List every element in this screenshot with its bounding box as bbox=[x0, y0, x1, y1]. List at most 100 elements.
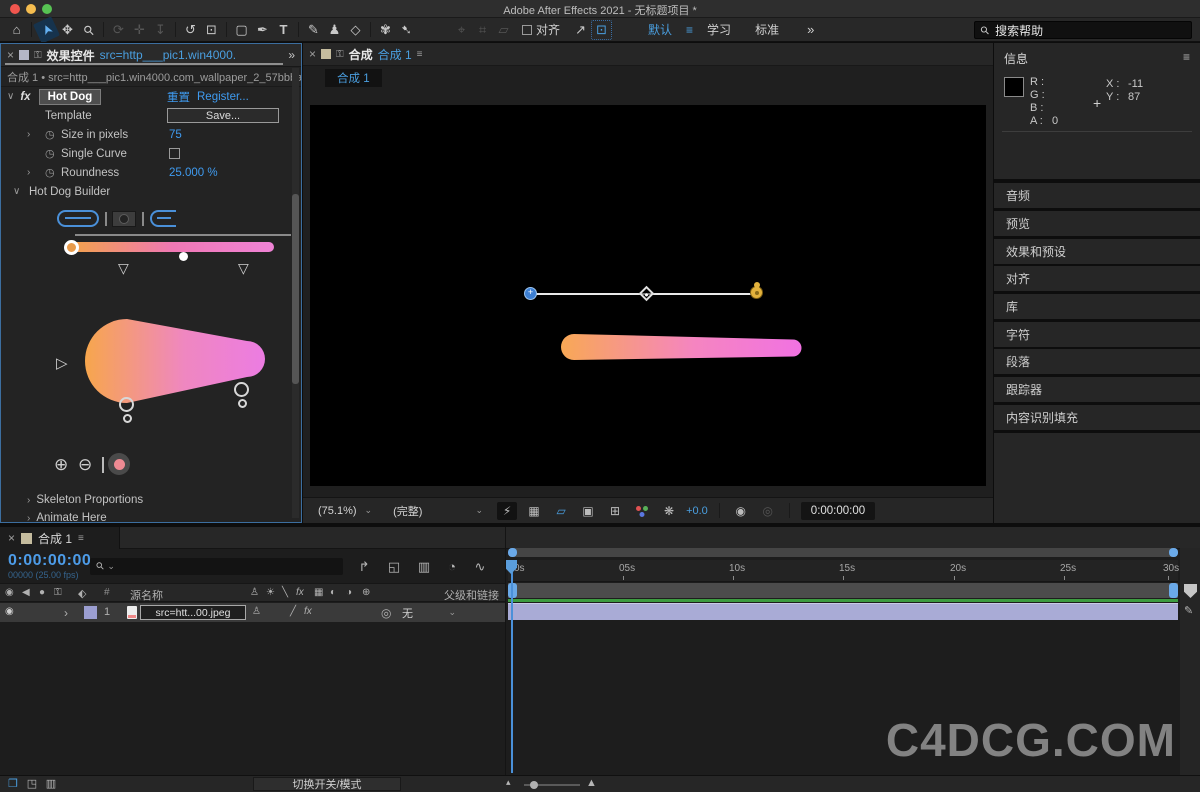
gradient-mid-handle[interactable] bbox=[179, 252, 188, 261]
mask-visibility-icon[interactable]: ▱ bbox=[551, 502, 571, 520]
composition-tab[interactable]: × ⚿ 合成 合成 1 ≡ bbox=[303, 43, 993, 66]
layer-quality-icon[interactable]: ╱ bbox=[290, 606, 296, 617]
parent-dropdown[interactable]: 无 ⌄ bbox=[398, 605, 460, 620]
dolly-camera-tool-icon[interactable]: ↧ bbox=[150, 20, 171, 40]
workspace-tab-default[interactable]: 默认 bbox=[638, 19, 682, 40]
expand-icon[interactable]: › bbox=[27, 129, 30, 140]
effect-name[interactable]: Hot Dog bbox=[39, 89, 102, 105]
panel-tab-paragraph[interactable]: 段落 bbox=[994, 349, 1200, 374]
capsule-open-end-icon[interactable] bbox=[150, 210, 176, 227]
workspace-tab-standard[interactable]: 标准 bbox=[745, 19, 789, 40]
effects-switch-icon[interactable]: fx bbox=[296, 587, 304, 598]
layer-source-name[interactable]: src=htt...00.jpeg bbox=[140, 605, 246, 620]
snap-arrow-icon[interactable]: ↗ bbox=[570, 20, 591, 40]
size-in-pixels-value[interactable]: 75 bbox=[169, 129, 182, 141]
source-name-column[interactable]: 源名称 bbox=[130, 587, 163, 603]
scrollbar-thumb[interactable] bbox=[292, 194, 299, 384]
panel-tab-character[interactable]: 字符 bbox=[994, 322, 1200, 347]
effect-controls-tab[interactable]: × ⚿ 效果控件 src=http___pic1.win4000.com_wa … bbox=[1, 44, 301, 67]
help-search-input[interactable]: ⚲ 搜索帮助 bbox=[974, 21, 1192, 39]
pen-tool-icon[interactable]: ✒ bbox=[252, 20, 273, 40]
time-navigator-bar[interactable] bbox=[508, 548, 1178, 557]
panel-menu-icon[interactable]: ≡ bbox=[1183, 50, 1190, 64]
animate-here-row[interactable]: › Animate Here bbox=[1, 509, 299, 527]
camera-tool-icon[interactable]: ⊡ bbox=[201, 20, 222, 40]
individual-property-icon[interactable]: ✎ bbox=[1184, 604, 1193, 617]
type-tool-icon[interactable]: T bbox=[273, 20, 294, 40]
panel-tab-audio[interactable]: 音频 bbox=[994, 183, 1200, 208]
skeleton-pin-handle[interactable] bbox=[238, 399, 247, 408]
layer-video-icon[interactable]: ◉ bbox=[5, 606, 14, 617]
quality-switch-icon[interactable]: ╲ bbox=[282, 587, 288, 598]
rectangle-tool-icon[interactable]: ▢ bbox=[231, 20, 252, 40]
transfer-controls-pane-toggle-icon[interactable]: ◳ bbox=[24, 777, 40, 790]
exposure-value[interactable]: +0.0 bbox=[686, 505, 708, 517]
single-curve-checkbox[interactable] bbox=[169, 148, 180, 159]
zoom-tool-icon[interactable]: ⚲ bbox=[74, 15, 103, 44]
twirl-icon[interactable]: › bbox=[64, 606, 68, 620]
expand-icon[interactable]: › bbox=[27, 495, 30, 506]
snapping-checkbox[interactable] bbox=[522, 25, 532, 35]
magnification-dropdown[interactable]: (75.1%) ⌄ bbox=[311, 502, 379, 520]
in-out-pane-toggle-icon[interactable]: ▥ bbox=[43, 777, 59, 790]
workspace-tab-learn[interactable]: 学习 bbox=[697, 19, 741, 40]
eraser-tool-icon[interactable]: ◇ bbox=[345, 20, 366, 40]
parent-link-column[interactable]: 父级和链接 bbox=[444, 587, 499, 603]
expand-icon[interactable]: › bbox=[27, 513, 30, 524]
motion-blur-switch-icon[interactable]: ◐ bbox=[330, 587, 336, 598]
resolution-dropdown[interactable]: (完整) ⌄ bbox=[386, 502, 490, 520]
frame-blend-switch-icon[interactable]: ▦ bbox=[314, 587, 323, 598]
time-ruler[interactable]: 0s 05s 10s 15s 20s 25s 30s bbox=[508, 560, 1178, 582]
panel-overflow-icon[interactable]: » bbox=[288, 48, 295, 62]
timeline-zoom-knob[interactable] bbox=[530, 781, 538, 789]
panel-tab-effects-presets[interactable]: 效果和预设 bbox=[994, 239, 1200, 264]
fast-preview-icon[interactable]: ⚡ bbox=[497, 502, 517, 520]
gradient-start-handle[interactable] bbox=[64, 240, 79, 255]
skeleton-pin-handle[interactable] bbox=[119, 397, 134, 412]
view-axis-mode-icon[interactable]: ▱ bbox=[493, 20, 514, 40]
puppet-pin-tool-icon[interactable]: ➷ bbox=[396, 20, 417, 40]
color-swatch[interactable] bbox=[108, 453, 130, 475]
timeline-splitter[interactable] bbox=[505, 527, 506, 775]
workspace-overflow-icon[interactable]: » bbox=[807, 22, 814, 37]
preview-timecode[interactable]: 0:00:00:00 bbox=[801, 502, 875, 520]
comp-marker-bin-icon[interactable] bbox=[1184, 584, 1197, 598]
panel-tab-libraries[interactable]: 库 bbox=[994, 294, 1200, 319]
audio-icon[interactable]: ◀ bbox=[22, 587, 30, 598]
home-tool-icon[interactable]: ⌂ bbox=[6, 20, 27, 40]
roundness-value[interactable]: 25.000 % bbox=[169, 167, 218, 179]
layer-number-column[interactable]: # bbox=[104, 587, 110, 598]
draft-3d-icon[interactable]: ◱ bbox=[382, 559, 406, 575]
remove-pin-icon[interactable]: ⊖ bbox=[78, 455, 92, 475]
close-icon[interactable]: × bbox=[7, 48, 14, 62]
end-joint-handle[interactable] bbox=[750, 286, 763, 299]
panel-tab-preview[interactable]: 预览 bbox=[994, 211, 1200, 236]
collapse-icon[interactable]: ∨ bbox=[13, 186, 20, 197]
layer-fx-icon[interactable]: fx bbox=[304, 606, 312, 617]
exposure-reset-icon[interactable]: ❋ bbox=[659, 502, 679, 520]
skeleton-pin-handle[interactable] bbox=[123, 414, 132, 423]
zoom-out-icon[interactable]: ▴ bbox=[506, 777, 511, 788]
rotation-tool-icon[interactable]: ↺ bbox=[180, 20, 201, 40]
anchor-point-handle[interactable] bbox=[639, 286, 655, 302]
panel-tab-tracker[interactable]: 跟踪器 bbox=[994, 377, 1200, 402]
layer-anchor-icon[interactable]: ♙ bbox=[252, 606, 261, 617]
layer-switches-pane-toggle-icon[interactable]: ❐ bbox=[5, 777, 21, 790]
fx-badge-icon[interactable]: fx bbox=[20, 91, 30, 103]
adjustment-switch-icon[interactable]: ◑ bbox=[346, 587, 352, 598]
transparency-grid-icon[interactable]: ▦ bbox=[524, 502, 544, 520]
timeline-search-input[interactable]: ⚲ ⌄ bbox=[90, 558, 343, 575]
local-axis-mode-icon[interactable]: ⌖ bbox=[451, 20, 472, 40]
capsule-both-ends-icon[interactable] bbox=[57, 210, 99, 227]
guides-options-icon[interactable]: ⊞ bbox=[605, 502, 625, 520]
preview-play-icon[interactable]: ▷ bbox=[56, 354, 68, 372]
snap-frame-icon[interactable]: ⊡ bbox=[591, 20, 612, 40]
panel-tab-content-aware-fill[interactable]: 内容识别填充 bbox=[994, 405, 1200, 430]
solo-icon[interactable]: ● bbox=[39, 587, 45, 598]
layer-label-swatch[interactable] bbox=[84, 606, 97, 619]
lock-icon[interactable]: ⚿ bbox=[336, 49, 344, 60]
current-timecode[interactable]: 0:00:00:00 bbox=[8, 552, 91, 570]
gradient-ramp[interactable] bbox=[71, 242, 274, 252]
work-area-bar[interactable] bbox=[508, 583, 1178, 598]
graph-editor-icon[interactable]: ∿ bbox=[468, 559, 492, 575]
